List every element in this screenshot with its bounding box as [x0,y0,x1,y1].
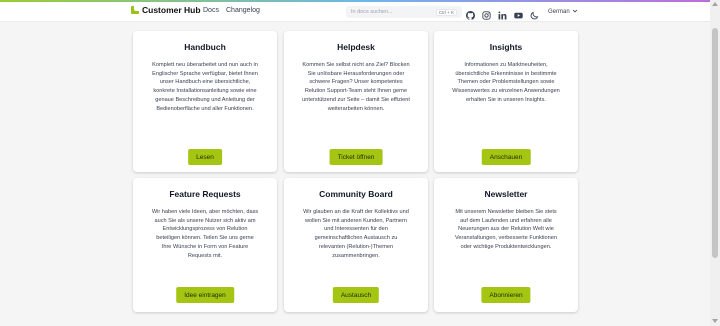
card-title: Insights [489,42,523,52]
card-title: Handbuch [184,42,226,52]
card-text: Wir glauben an die Kraft der Kollektivs … [303,209,409,259]
nav-link-changelog[interactable]: Changelog [226,7,260,14]
exchange-button[interactable]: Austausch [332,287,380,303]
top-navbar: Customer Hub Docs Changelog In docs such… [0,2,710,22]
card-title: Helpdesk [337,42,375,52]
card-newsletter: Newsletter Mit unserem Newsletter bleibe… [434,178,578,312]
brand-logo[interactable]: Customer Hub [131,5,201,15]
submit-idea-button[interactable]: Idee eintragen [176,287,234,303]
card-feature-requests: Feature Requests Wir haben viele Ideen, … [133,178,277,312]
card-insights: Insights Informationen zu Marktneuheiten… [434,31,578,172]
search-input[interactable]: In docs suchen... Ctrl + K [346,6,462,18]
instagram-icon[interactable] [482,7,491,20]
card-community-board: Community Board Wir glauben an die Kraft… [284,178,428,312]
view-insights-button[interactable]: Anschauen [481,149,531,165]
logo-mark-icon [131,6,139,14]
language-selector[interactable]: German [548,8,578,16]
card-handbuch: Handbuch Komplett neu überarbeitet und n… [133,31,277,172]
search-placeholder: In docs suchen... [351,9,393,15]
card-title: Feature Requests [169,189,241,199]
dark-mode-icon[interactable] [530,7,539,20]
subscribe-button[interactable]: Abonnieren [481,287,531,303]
read-button[interactable]: Lesen [188,149,222,165]
scroll-up-arrow-icon[interactable] [712,2,718,6]
language-label: German [548,9,570,15]
card-text: Komplett neu überarbeitet und nun auch i… [152,62,258,112]
card-text: Informationen zu Marktneuheiten, übersic… [452,62,560,103]
card-text: Mit unserem Newsletter bleiben Sie stets… [455,209,557,250]
card-text: Kommen Sie selbst nicht ans Ziel? Blocke… [302,62,410,112]
scrollbar-thumb[interactable] [712,28,718,258]
linkedin-icon[interactable] [498,7,507,20]
youtube-icon[interactable] [514,7,523,19]
open-ticket-button[interactable]: Ticket öffnen [329,149,383,165]
scroll-down-arrow-icon[interactable] [712,319,718,323]
card-text: Wir haben viele Ideen, aber möchten, das… [151,209,259,259]
card-title: Newsletter [484,189,528,199]
github-icon[interactable] [466,7,475,20]
card-title: Community Board [319,189,393,199]
nav-link-docs[interactable]: Docs [203,7,219,14]
search-shortcut: Ctrl + K [435,8,457,16]
chevron-down-icon [572,8,578,16]
brand-name: Customer Hub [142,5,201,15]
card-helpdesk: Helpdesk Kommen Sie selbst nicht ans Zie… [284,31,428,172]
